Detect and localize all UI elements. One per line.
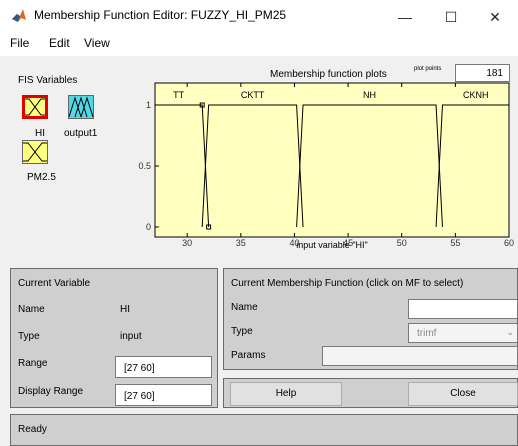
- mf-label-cknh[interactable]: CKNH: [463, 90, 489, 100]
- range-input[interactable]: [27 60]: [115, 356, 212, 378]
- x-tick-label: 30: [182, 238, 192, 248]
- range-label: Range: [18, 358, 48, 369]
- membership-plot[interactable]: 30 35 40 45 50 55 6000.51 TT CKTT NH CKNH input v…: [0, 56, 518, 252]
- variable-name-label: Name: [18, 304, 45, 315]
- mf-label-tt[interactable]: TT: [173, 90, 184, 100]
- chevron-down-icon: ⌄: [506, 327, 514, 337]
- close-button[interactable]: Close: [408, 382, 518, 406]
- minimize-button[interactable]: —: [382, 4, 428, 30]
- x-tick-label: 35: [236, 238, 246, 248]
- x-tick-label: 55: [450, 238, 460, 248]
- mf-type-value: trimf: [417, 328, 437, 339]
- matlab-logo-icon: [12, 9, 26, 22]
- variable-type-value: input: [120, 331, 142, 342]
- x-tick-label: 60: [504, 238, 514, 248]
- current-variable-title: Current Variable: [18, 278, 91, 289]
- display-range-input[interactable]: [27 60]: [115, 384, 212, 406]
- help-button[interactable]: Help: [230, 382, 342, 406]
- menu-file[interactable]: File: [10, 36, 29, 50]
- y-tick-label: 0: [146, 222, 151, 232]
- mf-type-label: Type: [231, 326, 253, 337]
- variable-name-value: HI: [120, 304, 130, 315]
- mf-name-input[interactable]: [408, 299, 518, 319]
- x-axis-label: input variable "HI": [296, 240, 367, 250]
- mf-type-select[interactable]: trimf ⌄: [408, 323, 518, 343]
- window-title: Membership Function Editor: FUZZY_HI_PM2…: [34, 8, 287, 22]
- mf-params-input[interactable]: [322, 346, 518, 366]
- mf-params-label: Params: [231, 350, 266, 361]
- current-mf-title: Current Membership Function (click on MF…: [231, 278, 464, 289]
- x-tick-label: 50: [397, 238, 407, 248]
- menu-view[interactable]: View: [84, 36, 110, 50]
- mf-name-label: Name: [231, 302, 258, 313]
- mf-label-cktt[interactable]: CKTT: [241, 90, 265, 100]
- status-bar: [10, 414, 518, 446]
- maximize-button[interactable]: ☐: [428, 4, 474, 30]
- mf-label-nh[interactable]: NH: [363, 90, 376, 100]
- y-tick-label: 1: [146, 100, 151, 110]
- menu-bar: [0, 33, 518, 55]
- y-tick-label: 0.5: [138, 161, 151, 171]
- close-window-button[interactable]: ✕: [472, 4, 518, 30]
- variable-type-label: Type: [18, 331, 40, 342]
- status-text: Ready: [18, 424, 47, 435]
- display-range-label: Display Range: [18, 386, 84, 397]
- menu-edit[interactable]: Edit: [49, 36, 70, 50]
